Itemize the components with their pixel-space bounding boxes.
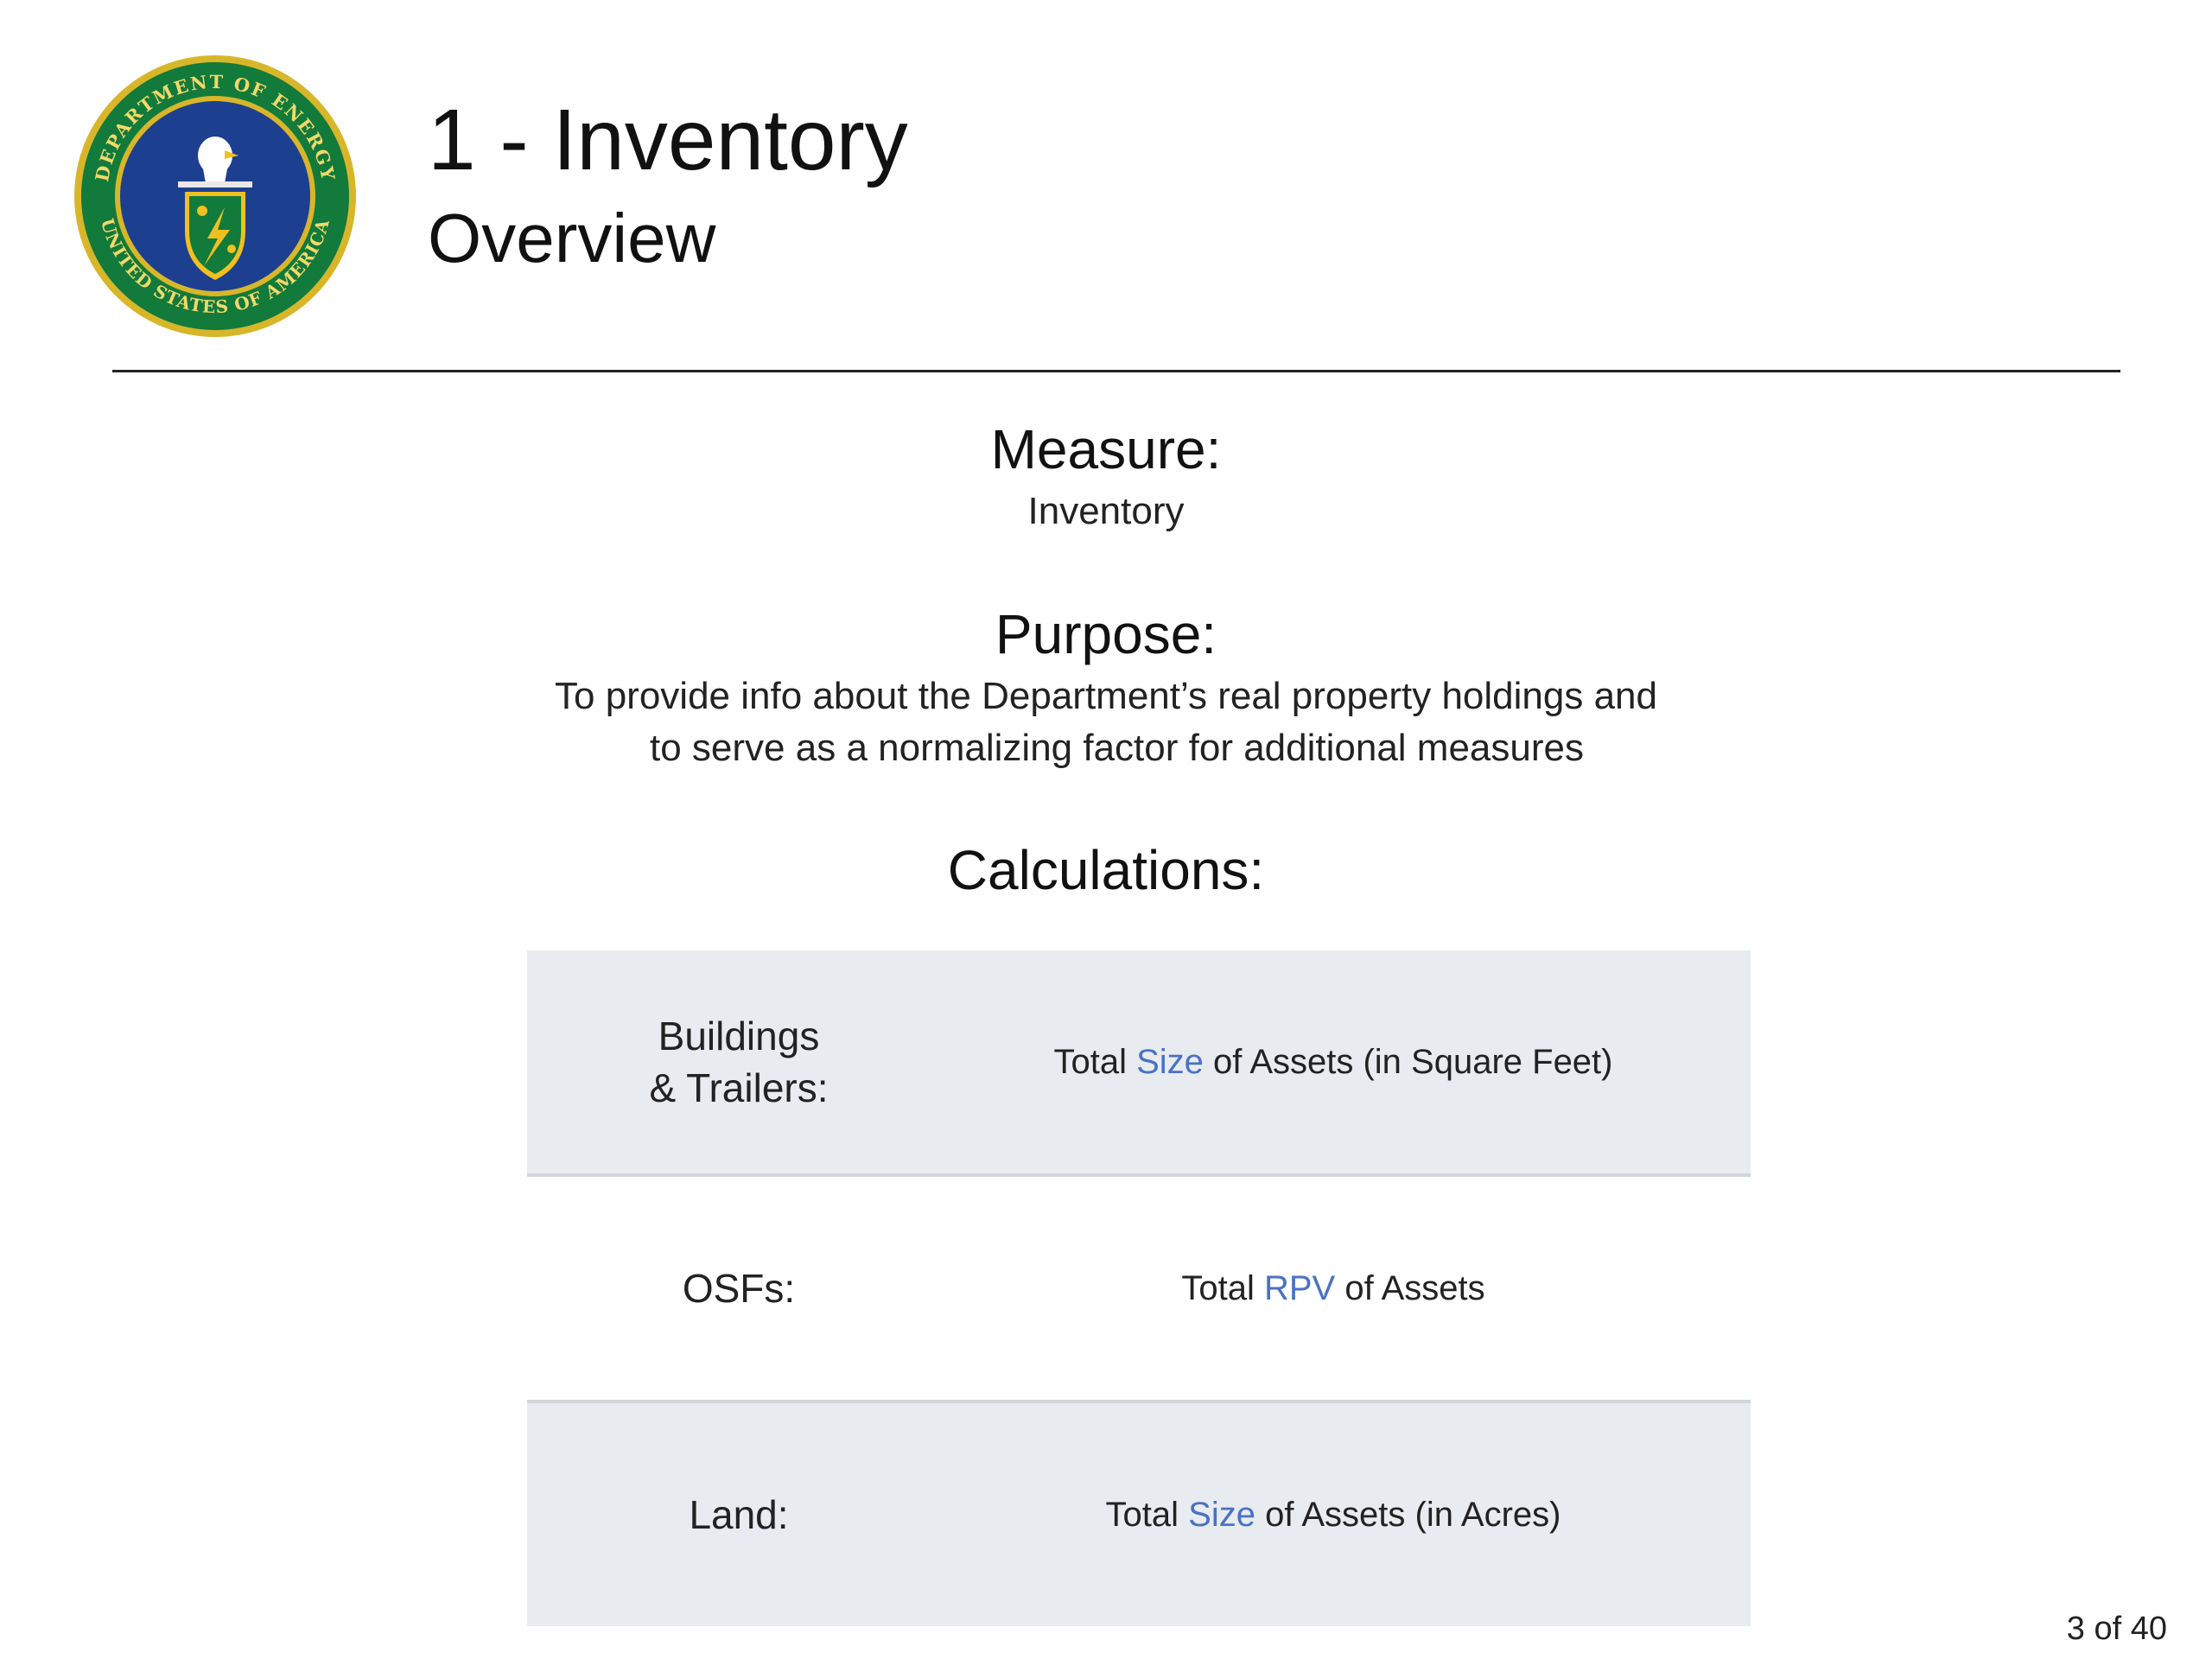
calc-row-label-line-1: Land: (689, 1492, 789, 1537)
department-of-energy-seal: DEPARTMENT OF ENERGY UNITED STATES OF AM… (73, 54, 358, 339)
calculations-heading: Calculations: (947, 839, 1265, 901)
measure-body: Inventory (0, 486, 2212, 537)
calc-row-formula: Total RPV of Assets (916, 1177, 1751, 1400)
purpose-text-line-2: to serve as a normalizing factor for add… (650, 727, 1584, 769)
formula-highlight: RPV (1263, 1268, 1336, 1307)
formula-suffix: of Assets (in Square Feet) (1213, 1042, 1613, 1081)
calc-row-label: OSFs: (527, 1177, 950, 1400)
calc-row-label-line-2: & Trailers: (649, 1065, 829, 1110)
header-divider (112, 370, 2120, 372)
formula-suffix: of Assets (1344, 1268, 1485, 1307)
calc-row-osfs: OSFs: Total RPV of Assets (527, 1177, 1751, 1400)
calc-row-label: Land: (527, 1403, 950, 1626)
measure-heading: Measure: (990, 418, 1222, 480)
formula-prefix: Total (1181, 1268, 1255, 1307)
calc-row-formula: Total Size of Assets (in Square Feet) (916, 950, 1751, 1173)
formula-highlight: Size (1136, 1042, 1204, 1081)
slide-subtitle: Overview (428, 200, 716, 276)
formula-suffix: of Assets (in Acres) (1265, 1495, 1561, 1534)
measure-text: Inventory (1027, 490, 1185, 532)
formula-prefix: Total (1105, 1495, 1179, 1534)
formula-prefix: Total (1053, 1042, 1127, 1081)
slide-title: 1 - Inventory (428, 92, 908, 188)
calc-row-land: Land: Total Size of Assets (in Acres) (527, 1400, 1751, 1626)
seal-graphic: DEPARTMENT OF ENERGY UNITED STATES OF AM… (74, 55, 356, 337)
purpose-heading: Purpose: (995, 603, 1217, 665)
calc-row-formula: Total Size of Assets (in Acres) (916, 1403, 1751, 1626)
calc-row-label-line-1: OSFs: (682, 1266, 796, 1311)
calc-row-label-line-1: Buildings (658, 1014, 820, 1058)
purpose-body: To provide info about the Department’s r… (0, 671, 2212, 774)
calculations-table: Buildings & Trailers: Total Size of Asse… (527, 950, 1751, 1626)
calc-row-label: Buildings & Trailers: (527, 950, 950, 1173)
calc-row-buildings: Buildings & Trailers: Total Size of Asse… (527, 950, 1751, 1177)
purpose-text-line-1: To provide info about the Department’s r… (555, 675, 1657, 717)
formula-highlight: Size (1188, 1495, 1255, 1534)
page-number: 3 of 40 (2066, 1611, 2167, 1647)
